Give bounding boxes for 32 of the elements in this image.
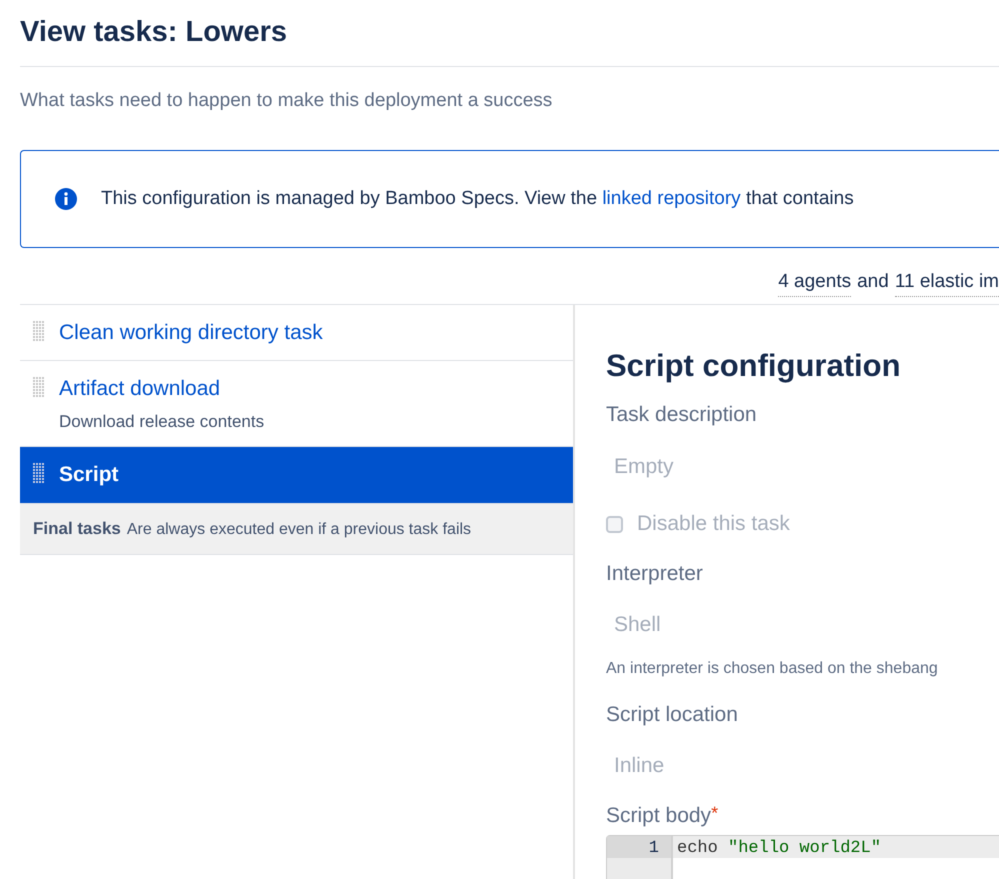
info-icon xyxy=(55,188,77,210)
task-name: Clean working directory task xyxy=(59,320,323,346)
config-title: Script configuration xyxy=(606,346,902,385)
script-editor[interactable]: 1 echo "hello world2L" xyxy=(606,835,999,879)
linked-repository-link[interactable]: linked repository xyxy=(602,188,741,208)
drag-handle-icon[interactable] xyxy=(33,320,45,341)
drag-handle-icon[interactable] xyxy=(33,463,45,484)
task-list-item[interactable]: Script xyxy=(20,447,573,504)
agents-count-link[interactable]: 4 agents xyxy=(778,268,852,298)
required-mark: * xyxy=(711,802,718,825)
page-title: View tasks: Lowers xyxy=(20,15,288,50)
line-number: 1 xyxy=(607,836,671,858)
drag-handle-icon[interactable] xyxy=(33,377,45,398)
task-name: Artifact download xyxy=(59,376,222,402)
field-label: Script location xyxy=(606,702,739,728)
field-label: Task description xyxy=(606,402,758,428)
field-label: Interpreter xyxy=(606,560,704,587)
script-location-value: Inline xyxy=(613,753,666,780)
field-label: Script body xyxy=(606,802,712,829)
page-description: What tasks need to happen to make this deployment a success xyxy=(20,89,554,114)
disable-task-checkbox[interactable] xyxy=(606,516,623,532)
task-description-value: Empty xyxy=(613,454,675,480)
info-message-text: This configuration is managed by Bamboo Specs. View the linked repository that contains xyxy=(101,186,854,210)
interpreter-value: Shell xyxy=(613,612,662,638)
final-tasks-label: Final tasks xyxy=(33,518,121,540)
elastic-images-link[interactable]: 11 elastic im xyxy=(894,268,999,298)
interpreter-help-text: An interpreter is chosen based on the shebang xyxy=(606,658,939,679)
final-tasks-text: Are always executed even if a previous task fails xyxy=(126,520,472,540)
disable-task-label: Disable this task xyxy=(637,511,790,538)
task-name: Script xyxy=(59,462,119,488)
agents-summary-text: and xyxy=(857,270,889,294)
task-description: Download release contents xyxy=(59,410,264,433)
